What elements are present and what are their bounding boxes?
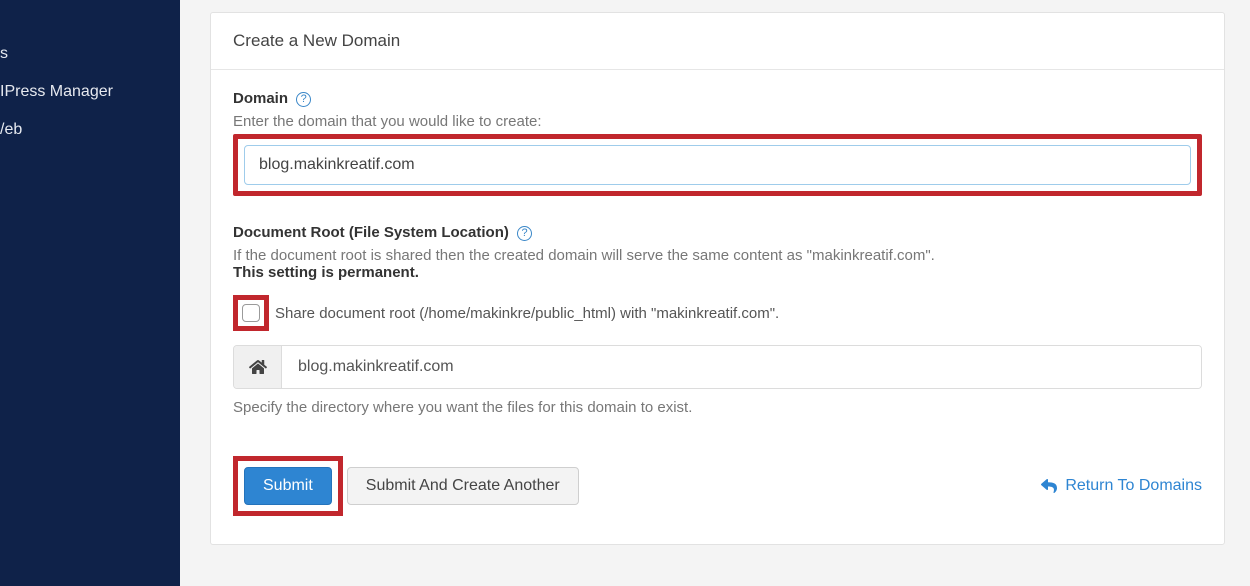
docroot-hint-site: makinkreatif.com (812, 247, 925, 264)
share-row: Share document root (/home/makinkre/publ… (233, 295, 1202, 331)
share-prefix: Share document root ( (275, 305, 424, 322)
domain-input[interactable] (244, 145, 1191, 185)
help-icon[interactable]: ? (517, 226, 532, 241)
panel-title: Create a New Domain (211, 13, 1224, 70)
create-domain-panel: Create a New Domain Domain ? Enter the d… (210, 12, 1225, 545)
directory-hint: Specify the directory where you want the… (233, 399, 1202, 416)
share-checkbox[interactable] (242, 304, 260, 322)
share-label: Share document root (/home/makinkre/publ… (275, 306, 779, 321)
docroot-field: Document Root (File System Location) ? I… (233, 224, 1202, 416)
panel-body: Domain ? Enter the domain that you would… (211, 70, 1224, 544)
directory-input[interactable] (282, 346, 1201, 388)
sidebar-item-partial[interactable]: s (0, 35, 180, 73)
home-icon (234, 346, 282, 388)
domain-hint: Enter the domain that you would like to … (233, 113, 1202, 130)
main-content: Create a New Domain Domain ? Enter the d… (180, 0, 1250, 586)
domain-label: Domain (233, 90, 288, 107)
share-path: /home/makinkre/public_html (424, 305, 611, 322)
reply-icon (1041, 478, 1057, 494)
sidebar-item-wordpress-manager[interactable]: IPress Manager (0, 73, 180, 111)
directory-input-group (233, 345, 1202, 389)
checkbox-highlight (233, 295, 269, 331)
docroot-hint-prefix: If the document root is shared then the … (233, 247, 812, 264)
sidebar: s IPress Manager /eb (0, 0, 180, 586)
share-site: makinkreatif.com (656, 305, 769, 322)
submit-button[interactable]: Submit (244, 467, 332, 505)
docroot-permanent-note: This setting is permanent. (233, 264, 1202, 281)
help-icon[interactable]: ? (296, 92, 311, 107)
docroot-label: Document Root (File System Location) (233, 224, 509, 241)
share-mid: ) with " (611, 305, 656, 322)
domain-field: Domain ? Enter the domain that you would… (233, 90, 1202, 196)
docroot-hint: If the document root is shared then the … (233, 247, 1202, 264)
submit-highlight: Submit (233, 456, 343, 516)
domain-highlight (233, 134, 1202, 196)
action-row: Submit Submit And Create Another Return … (233, 456, 1202, 516)
return-label: Return To Domains (1065, 477, 1202, 495)
docroot-hint-suffix: ". (925, 247, 935, 264)
submit-another-button[interactable]: Submit And Create Another (347, 467, 579, 505)
sidebar-item-web[interactable]: /eb (0, 111, 180, 149)
return-to-domains-link[interactable]: Return To Domains (1041, 477, 1202, 495)
share-suffix: ". (770, 305, 780, 322)
